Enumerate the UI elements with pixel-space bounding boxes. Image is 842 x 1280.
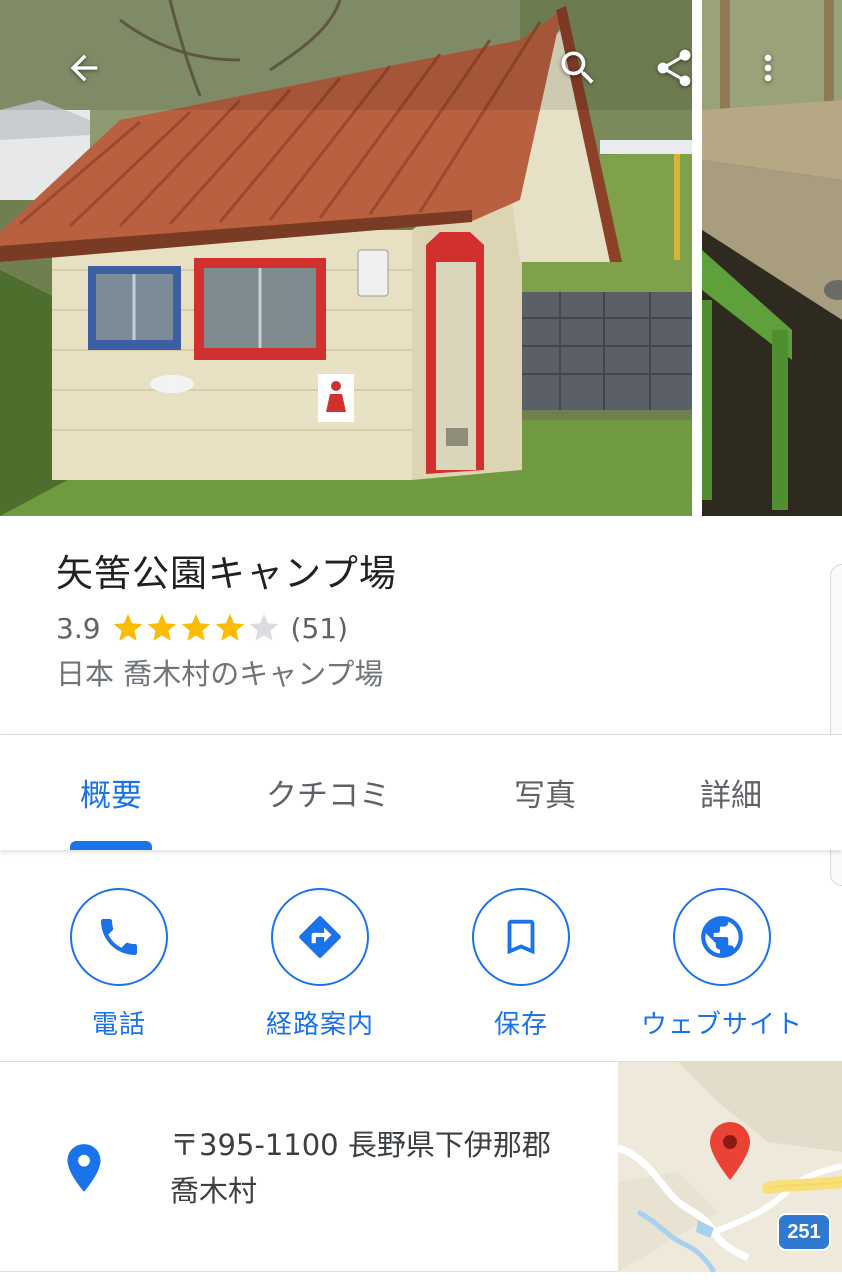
back-button[interactable]: [52, 36, 116, 100]
call-button[interactable]: 電話: [19, 888, 219, 1041]
map-thumbnail[interactable]: 251: [618, 1062, 842, 1272]
arrow-back-icon: [70, 54, 98, 82]
tab-photos[interactable]: 写真: [478, 735, 612, 849]
share-icon: [657, 49, 691, 87]
route-badge: 251: [787, 1220, 821, 1243]
directions-icon: [299, 916, 341, 958]
place-category: 日本 喬木村のキャンプ場: [56, 657, 384, 691]
tab-overview[interactable]: 概要: [40, 735, 182, 849]
bookmark-icon: [507, 919, 535, 955]
more-vert-icon: [764, 54, 772, 82]
place-info-section: 矢筈公園キャンプ場 3.9 (51) 日本 喬木村のキャンプ場: [0, 516, 842, 734]
tab-bar: 概要 クチコミ 写真 詳細: [0, 734, 842, 850]
website-button-label: ウェブサイト: [640, 1010, 803, 1040]
directions-button-circle: [271, 888, 369, 986]
active-tab-indicator: [70, 841, 152, 850]
address-line-2: 喬木村: [170, 1174, 258, 1208]
star-empty-icon: [249, 613, 278, 641]
call-button-circle: [70, 888, 168, 986]
save-button[interactable]: 保存: [421, 888, 621, 1041]
star-filled-icon: [147, 613, 176, 641]
save-button-label: 保存: [493, 1010, 548, 1040]
address-text: 〒395-1100 長野県下伊那郡 喬木村: [170, 1122, 600, 1214]
search-button[interactable]: [546, 36, 610, 100]
rating-row[interactable]: 3.9 (51): [56, 608, 348, 648]
location-pin-icon: [67, 1144, 101, 1192]
tab-reviews[interactable]: クチコミ: [236, 735, 420, 849]
globe-icon: [701, 916, 743, 958]
website-button-circle: [673, 888, 771, 986]
search-icon: [561, 51, 594, 84]
action-buttons: 電話 経路案内 保存 ウェブサイト: [0, 860, 842, 1062]
save-button-circle: [472, 888, 570, 986]
more-options-button[interactable]: [736, 36, 800, 100]
place-title: 矢筈公園キャンプ場: [56, 552, 397, 595]
website-button[interactable]: ウェブサイト: [622, 888, 822, 1041]
call-button-label: 電話: [91, 1010, 146, 1040]
address-row[interactable]: 〒395-1100 長野県下伊那郡 喬木村 251: [0, 1062, 842, 1272]
phone-icon: [101, 919, 137, 955]
star-filled-icon: [113, 613, 142, 641]
star-filled-icon: [215, 613, 244, 641]
photo-carousel[interactable]: [0, 0, 842, 516]
share-button[interactable]: [642, 36, 706, 100]
directions-button[interactable]: 経路案内: [220, 888, 420, 1041]
tab-details[interactable]: 詳細: [664, 735, 798, 849]
rating-stars: [111, 611, 281, 645]
review-count: (51): [290, 611, 349, 645]
directions-button-label: 経路案内: [265, 1010, 374, 1040]
address-line-1: 〒395-1100 長野県下伊那郡: [170, 1128, 551, 1162]
rating-value: 3.9: [56, 611, 101, 645]
star-filled-icon: [181, 613, 210, 641]
